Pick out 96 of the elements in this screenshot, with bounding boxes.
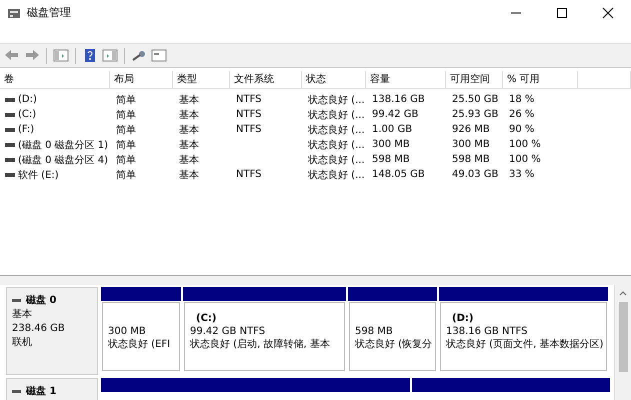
column-header[interactable]: 状态: [302, 71, 366, 88]
drive-icon: [5, 112, 15, 116]
column-header[interactable]: 文件系统: [230, 71, 302, 88]
panel-icon[interactable]: [102, 48, 118, 63]
close-icon: [602, 7, 614, 19]
drive-icon: [5, 142, 15, 146]
partition-box[interactable]: 598 MB 状态良好 (恢复分: [349, 302, 436, 371]
table-cell: 简单: [116, 170, 136, 180]
table-cell: 90 %: [509, 124, 534, 135]
drive-icon: [5, 98, 15, 102]
column-header[interactable]: 卷: [0, 71, 110, 88]
table-cell: 状态良好 (...: [308, 94, 365, 106]
table-cell: 598 MB: [372, 154, 410, 165]
partition-status: 状态良好 (恢复分: [355, 338, 434, 351]
disk-name: 磁盘 0: [26, 294, 56, 308]
column-header[interactable]: 可用空间: [446, 71, 503, 88]
table-cell: 926 MB: [452, 124, 490, 135]
table-cell: 26 %: [509, 109, 534, 120]
scroll-thumb[interactable]: [618, 302, 628, 372]
table-cell: 简单: [116, 110, 136, 120]
table-cell: 25.50 GB: [452, 94, 498, 105]
table-cell: 1.00 GB: [372, 124, 412, 135]
partition-status: 状态良好 (EFI: [108, 338, 172, 351]
partition-size: 138.16 GB NTFS: [446, 325, 528, 338]
table-cell: NTFS: [236, 109, 262, 120]
disk-info-panel[interactable]: 磁盘 0 基本 238.46 GB 联机: [6, 287, 98, 375]
partition-status: 状态良好 (启动, 故障转储, 基本: [190, 338, 331, 351]
table-cell-text: 软件 (E:): [18, 168, 59, 182]
forward-icon[interactable]: [24, 48, 40, 63]
table-cell: 基本: [179, 140, 199, 150]
maximize-icon: [556, 7, 568, 19]
table-cell: NTFS: [236, 94, 262, 105]
partition-size: 99.42 GB NTFS: [190, 325, 266, 338]
table-cell: NTFS: [236, 124, 262, 135]
table-cell: 基本: [179, 154, 199, 166]
back-icon[interactable]: [4, 48, 20, 63]
window-icon[interactable]: [151, 48, 167, 63]
table-cell: 状态良好 (...: [308, 140, 365, 150]
table-cell: NTFS: [236, 169, 262, 180]
partition-box[interactable]: (C:) 99.42 GB NTFS 状态良好 (启动, 故障转储, 基本: [184, 302, 345, 371]
table-cell: 148.05 GB: [372, 169, 425, 180]
table-cell: 简单: [116, 154, 136, 166]
table-cell: 基本: [179, 124, 199, 136]
partition-box[interactable]: 300 MB 状态良好 (EFI: [102, 302, 180, 371]
disk-info-panel[interactable]: 磁盘 1: [6, 378, 98, 400]
scroll-up-icon[interactable]: [619, 290, 627, 296]
partition-box[interactable]: (D:) 138.16 GB NTFS 状态良好 (页面文件, 基本数据分区): [440, 302, 607, 371]
column-header[interactable]: % 可用: [503, 71, 578, 88]
table-cell: 300 MB: [372, 139, 410, 150]
table-cell-text: (磁盘 0 磁盘分区 4): [18, 154, 108, 166]
drive-icon: [5, 128, 15, 132]
drive-icon: [5, 158, 15, 162]
table-cell: 状态良好 (...: [308, 154, 365, 166]
table-cell: 简单: [116, 140, 136, 150]
column-header[interactable]: 类型: [173, 71, 230, 88]
table-cell: 138.16 GB: [372, 94, 425, 105]
column-header[interactable]: 容量: [366, 71, 446, 88]
help-icon[interactable]: [82, 48, 98, 63]
table-cell: 基本: [179, 170, 199, 180]
table-cell: 100 %: [509, 154, 541, 165]
table-cell: 基本: [179, 94, 199, 106]
table-cell: (C:): [18, 109, 36, 120]
table-cell: 基本: [179, 110, 199, 120]
drive-icon: [12, 299, 21, 303]
partition-size: 598 MB: [355, 325, 394, 338]
scrollbar[interactable]: [614, 285, 631, 400]
disk-status: 联机: [12, 336, 33, 350]
table-cell: 状态良好 (...: [308, 170, 365, 180]
table-cell: 99.42 GB: [372, 109, 418, 120]
table-cell: 300 MB: [452, 139, 490, 150]
disk-size: 238.46 GB: [12, 322, 66, 336]
column-header[interactable]: 布局: [110, 71, 173, 88]
drive-icon: [5, 172, 15, 176]
partition-status: 状态良好 (页面文件, 基本数据分区): [446, 338, 604, 351]
partition-size: 300 MB: [108, 325, 147, 338]
table-cell: 状态良好 (...: [308, 110, 365, 120]
table-cell: 简单: [116, 94, 136, 106]
table-cell: (D:): [18, 94, 37, 105]
table-cell: (F:): [18, 124, 34, 135]
table-cell: 33 %: [509, 169, 534, 180]
table-cell: 18 %: [509, 94, 534, 105]
table-cell-text: (磁盘 0 磁盘分区 1): [18, 138, 108, 152]
partition-label: (C:): [196, 313, 216, 324]
table-cell: 49.03 GB: [452, 169, 498, 180]
table-cell: 简单: [116, 124, 136, 136]
key-icon[interactable]: [131, 48, 147, 63]
partition-label: (D:): [452, 313, 474, 324]
disk-type: 基本: [12, 308, 33, 322]
drive-icon: [12, 390, 21, 394]
window-title: 磁盘管理: [27, 5, 71, 20]
table-cell: 598 MB: [452, 154, 490, 165]
disk-name: 磁盘 1: [26, 385, 56, 399]
table-cell: 25.93 GB: [452, 109, 498, 120]
table-cell: 100 %: [509, 139, 541, 150]
table-cell: 状态良好 (...: [308, 124, 365, 136]
panel-icon[interactable]: [53, 48, 69, 63]
